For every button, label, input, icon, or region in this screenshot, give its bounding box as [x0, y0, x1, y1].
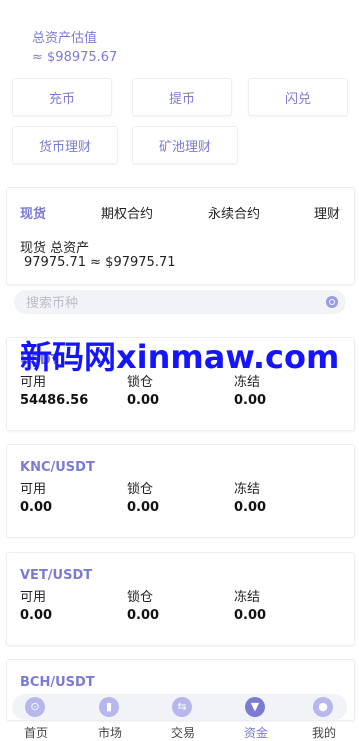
asset-pair: KNC/USDT — [20, 460, 95, 475]
frozen-value: 0.00 — [234, 500, 267, 515]
flash-exchange-button[interactable]: 闪兑 — [248, 78, 348, 116]
nav-label: 首页 — [23, 726, 48, 740]
nav-home[interactable]: ⊙ 首页 — [8, 694, 64, 740]
asset-pair: BCH/USDT — [20, 675, 95, 690]
locked-value: 0.00 — [127, 500, 160, 515]
search-input[interactable] — [24, 292, 318, 314]
locked-label: 锁仓 — [127, 482, 154, 497]
estimate-value: ≈ $98975.67 — [32, 50, 118, 65]
spot-total-value: 97975.71 ≈ $97975.71 — [24, 255, 176, 270]
frozen-value: 0.00 — [234, 608, 267, 623]
locked-value: 0.00 — [127, 393, 160, 408]
shield-icon: ▼ — [245, 697, 265, 717]
tab-finance[interactable]: 理财 — [314, 203, 340, 222]
available-value: 54486.56 — [20, 393, 89, 408]
available-value: 0.00 — [20, 500, 53, 515]
bottom-nav: ⊙ 首页 ▮ 市场 ⇆ 交易 ▼ 资金 ● 我的 — [12, 694, 347, 740]
user-icon: ● — [313, 697, 333, 717]
frozen-label: 冻结 — [234, 482, 261, 497]
frozen-value: 0.00 — [234, 393, 267, 408]
search-icon[interactable] — [326, 296, 338, 308]
frozen-label: 冻结 — [234, 590, 261, 605]
estimate-label: 总资产估值 — [32, 31, 98, 46]
tab-options[interactable]: 期权合约 — [101, 203, 153, 222]
nav-trade[interactable]: ⇆ 交易 — [155, 694, 211, 740]
nav-label: 我的 — [311, 726, 336, 740]
tab-spot[interactable]: 现货 — [20, 203, 46, 222]
available-value: 0.00 — [20, 608, 53, 623]
nav-profile[interactable]: ● 我的 — [296, 694, 352, 740]
available-label: 可用 — [20, 482, 47, 497]
withdraw-button[interactable]: 提币 — [132, 78, 232, 116]
mining-pool-button[interactable]: 矿池理财 — [132, 126, 238, 164]
nav-label: 资金 — [243, 726, 268, 740]
asset-pair: VET/USDT — [20, 568, 93, 583]
locked-label: 锁仓 — [127, 590, 154, 605]
spot-total-label: 现货 总资产 — [20, 241, 90, 256]
nav-funds[interactable]: ▼ 资金 — [228, 694, 284, 740]
currency-finance-button[interactable]: 货币理财 — [12, 126, 118, 164]
account-tabs-card: 现货 期权合约 永续合约 理财 现货 总资产 97975.71 ≈ $97975… — [6, 187, 355, 285]
asset-card[interactable]: VET/USDT 可用 锁仓 冻结 0.00 0.00 0.00 — [6, 552, 355, 646]
bar-chart-icon: ▮ — [99, 697, 119, 717]
trade-icon: ⇆ — [172, 697, 192, 717]
tab-perpetual[interactable]: 永续合约 — [208, 203, 260, 222]
nav-label: 交易 — [170, 726, 195, 740]
watermark-text: 新码网xinmaw.com — [20, 338, 340, 376]
nav-market[interactable]: ▮ 市场 — [82, 694, 138, 740]
nav-label: 市场 — [97, 726, 122, 740]
deposit-button[interactable]: 充币 — [12, 78, 112, 116]
asset-card[interactable]: KNC/USDT 可用 锁仓 冻结 0.00 0.00 0.00 — [6, 444, 355, 538]
compass-icon: ⊙ — [25, 697, 45, 717]
locked-value: 0.00 — [127, 608, 160, 623]
available-label: 可用 — [20, 590, 47, 605]
search-bar — [14, 290, 346, 314]
